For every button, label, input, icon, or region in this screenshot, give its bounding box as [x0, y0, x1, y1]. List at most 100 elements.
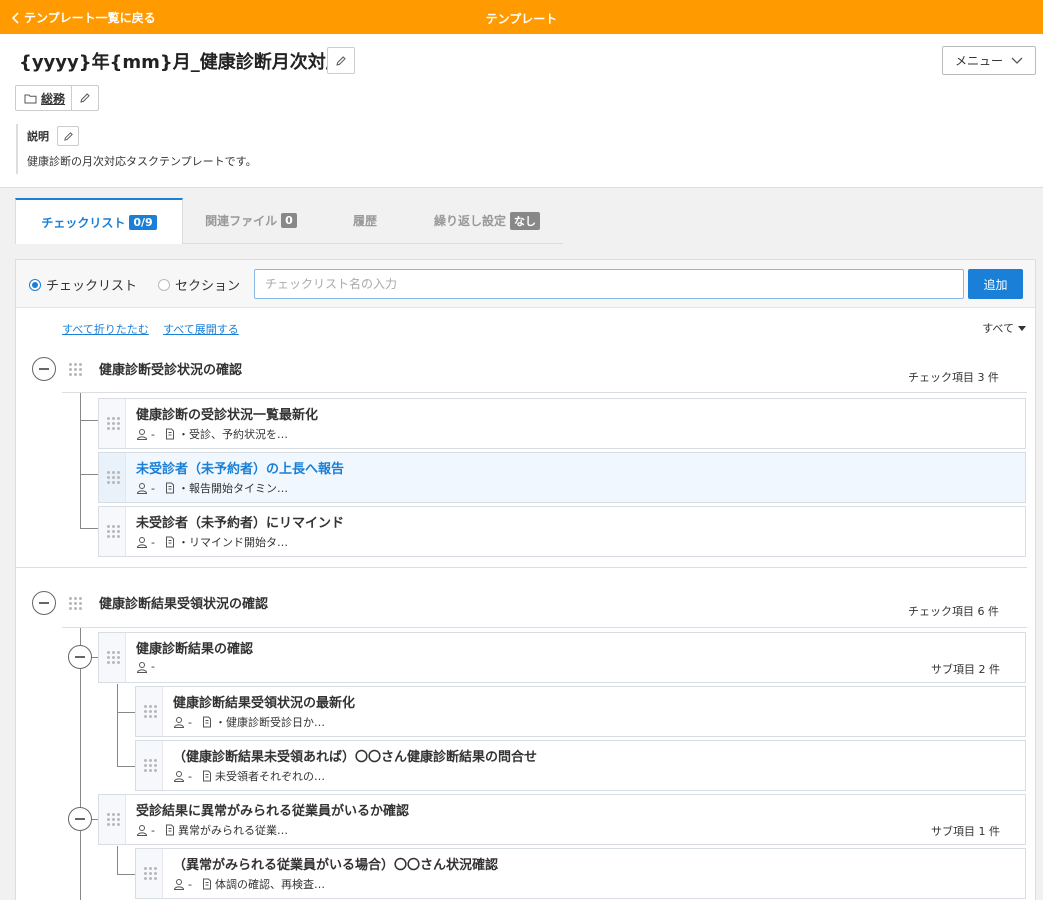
note-icon	[165, 428, 175, 440]
drag-handle-icon	[107, 417, 120, 430]
item-drag-handle[interactable]	[136, 687, 163, 736]
tab-badge: なし	[510, 211, 540, 230]
item-assignee: -	[151, 535, 155, 549]
add-checklist-row: チェックリスト セクション 追加	[16, 260, 1035, 308]
drag-handle-icon	[107, 813, 120, 826]
item-assignee: -	[151, 823, 155, 837]
note-icon	[202, 878, 212, 890]
tab-badge: 0/9	[129, 214, 157, 230]
item-title: 健康診断結果受領状況の最新化	[173, 696, 356, 711]
checklist-subitem[interactable]: （異常がみられる従業員がいる場合）〇〇さん状況確認 - 体調の確認、再検査…	[135, 848, 1026, 899]
section-item-count: チェック項目 6 件	[908, 605, 999, 618]
drag-handle-icon	[107, 525, 120, 538]
item-assignee: -	[188, 877, 192, 891]
drag-handle-icon[interactable]	[69, 363, 82, 376]
item-drag-handle[interactable]	[99, 795, 126, 844]
add-button[interactable]: 追加	[968, 269, 1023, 299]
filter-label: すべて	[982, 322, 1014, 335]
subitem-count: サブ項目 2 件	[931, 663, 1000, 676]
tab-repeat-settings[interactable]: 繰り返し設定 なし	[411, 198, 563, 243]
item-assignee: -	[151, 481, 155, 495]
tab-strip: チェックリスト 0/9 関連ファイル 0 履歴 繰り返し設定 なし	[15, 198, 563, 244]
tab-related-files[interactable]: 関連ファイル 0	[183, 198, 319, 243]
collapse-all-link[interactable]: すべて折りたたむ	[62, 321, 149, 337]
checklist-panel: チェックリスト セクション 追加 すべて折りたたむ すべて展開する すべて 健康…	[15, 259, 1036, 900]
item-title: （異常がみられる従業員がいる場合）〇〇さん状況確認	[173, 858, 499, 873]
tab-label: 繰り返し設定	[433, 214, 506, 228]
description-text: 健康診断の月次対応タスクテンプレートです。	[27, 155, 257, 168]
edit-description-button[interactable]	[57, 126, 79, 146]
edit-folder-button[interactable]	[72, 86, 98, 110]
user-icon	[136, 536, 148, 548]
pencil-icon	[63, 131, 74, 142]
checklist-item[interactable]: 未受診者（未予約者）の上長へ報告 - ・報告開始タイミン…	[98, 452, 1026, 503]
item-assignee: -	[151, 427, 155, 441]
checklist-subitem[interactable]: 健康診断結果受領状況の最新化 - ・健康診断受診日か…	[135, 686, 1026, 737]
user-icon	[173, 716, 185, 728]
checklist-subitem[interactable]: （健康診断結果未受領あれば）〇〇さん健康診断結果の問合せ - 未受領者それぞれの…	[135, 740, 1026, 791]
user-icon	[136, 824, 148, 836]
tree-line	[80, 474, 98, 475]
checklist-item[interactable]: 健康診断の受診状況一覧最新化 - ・受診、予約状況を…	[98, 398, 1026, 449]
item-title: 健康診断結果の確認	[136, 642, 254, 657]
tab-badge: 0	[281, 213, 297, 228]
item-drag-handle[interactable]	[136, 849, 163, 898]
radio-label: チェックリスト	[46, 279, 138, 294]
drag-handle-icon[interactable]	[69, 597, 82, 610]
tab-history[interactable]: 履歴	[319, 198, 411, 243]
tree-line	[117, 874, 135, 875]
drag-handle-icon	[144, 759, 157, 772]
radio-indicator	[29, 278, 41, 291]
tree-line	[80, 393, 81, 528]
item-meta: - ・リマインド開始タ…	[136, 534, 288, 550]
checklist-item[interactable]: 受診結果に異常がみられる従業員がいるか確認 - 異常がみられる従業… サブ項目 …	[98, 794, 1026, 845]
section-title[interactable]: 健康診断結果受領状況の確認	[99, 593, 268, 612]
note-icon	[165, 536, 175, 548]
chevron-down-icon	[1011, 57, 1023, 65]
item-drag-handle[interactable]	[99, 507, 126, 556]
tab-label: 関連ファイル	[205, 214, 278, 228]
back-link-label: テンプレート一覧に戻る	[24, 11, 156, 25]
item-meta: - 体調の確認、再検査…	[173, 876, 325, 892]
section-collapse-toggle[interactable]	[32, 591, 56, 615]
note-icon	[202, 770, 212, 782]
user-icon	[173, 878, 185, 890]
note-icon	[165, 824, 175, 836]
menu-button[interactable]: メニュー	[942, 46, 1036, 75]
folder-link[interactable]: 総務	[16, 86, 73, 110]
item-note: ・受診、予約状況を…	[177, 428, 288, 441]
item-note: 異常がみられる従業…	[177, 824, 288, 837]
drag-handle-icon	[144, 867, 157, 880]
back-to-template-list-link[interactable]: テンプレート一覧に戻る	[12, 9, 156, 26]
tree-line	[117, 712, 135, 713]
checklist-item[interactable]: 健康診断結果の確認 - サブ項目 2 件	[98, 632, 1026, 683]
item-note: ・リマインド開始タ…	[177, 536, 288, 549]
subitem-collapse-toggle[interactable]	[68, 645, 92, 669]
item-note: 体調の確認、再検査…	[214, 878, 325, 891]
subitem-collapse-toggle[interactable]	[68, 807, 92, 831]
edit-title-button[interactable]	[327, 47, 355, 74]
pencil-icon	[79, 92, 91, 104]
item-drag-handle[interactable]	[99, 453, 126, 502]
section-title[interactable]: 健康診断受診状況の確認	[99, 359, 242, 378]
top-bar: テンプレート一覧に戻る テンプレート	[0, 0, 1043, 34]
tree-line	[117, 846, 118, 874]
drag-handle-icon	[144, 705, 157, 718]
page-title: {yyyy}年{mm}月_健康診断月次対応	[19, 52, 344, 73]
section-collapse-toggle[interactable]	[32, 357, 56, 381]
radio-checklist[interactable]: チェックリスト	[29, 275, 137, 294]
item-note: ・報告開始タイミン…	[177, 482, 288, 495]
item-assignee: -	[188, 715, 192, 729]
item-drag-handle[interactable]	[99, 633, 126, 682]
checklist-name-input[interactable]	[254, 269, 964, 299]
tab-checklist[interactable]: チェックリスト 0/9	[15, 198, 183, 244]
expand-all-link[interactable]: すべて展開する	[163, 321, 239, 337]
filter-dropdown[interactable]: すべて	[982, 320, 1026, 336]
radio-label: セクション	[175, 279, 241, 294]
radio-section[interactable]: セクション	[158, 275, 240, 294]
checklist-item[interactable]: 未受診者（未予約者）にリマインド - ・リマインド開始タ…	[98, 506, 1026, 557]
item-assignee: -	[151, 660, 155, 673]
item-drag-handle[interactable]	[99, 399, 126, 448]
item-drag-handle[interactable]	[136, 741, 163, 790]
menu-button-label: メニュー	[954, 54, 1003, 68]
